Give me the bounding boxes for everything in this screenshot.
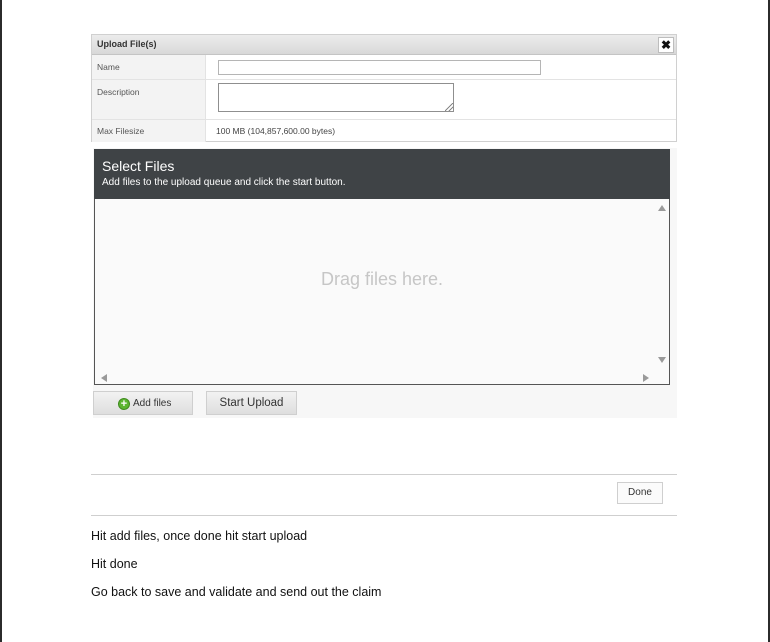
start-upload-button[interactable]: Start Upload	[206, 391, 297, 415]
divider-top	[91, 474, 677, 475]
name-label: Name	[97, 62, 120, 72]
max-filesize-row: Max Filesize 100 MB (104,857,600.00 byte…	[92, 120, 676, 142]
description-textarea[interactable]	[218, 83, 454, 112]
upload-dialog: Upload File(s) ✖ Name Description Max Fi…	[91, 34, 677, 142]
page-border-left	[0, 0, 2, 642]
instruction-step-2: Hit done	[91, 557, 138, 571]
instruction-step-1: Hit add files, once done hit start uploa…	[91, 529, 308, 543]
resize-grip-icon[interactable]	[445, 103, 453, 111]
uploader-subtitle: Add files to the upload queue and click …	[102, 177, 346, 188]
close-icon: ✖	[660, 38, 672, 52]
uploader-header: Select Files Add files to the upload que…	[94, 149, 670, 199]
drop-zone[interactable]: Drag files here.	[94, 199, 670, 385]
add-files-button[interactable]: + Add files	[93, 391, 193, 415]
done-button[interactable]: Done	[617, 482, 663, 504]
uploader-title: Select Files	[102, 158, 175, 174]
scroll-right-arrow-icon[interactable]	[643, 374, 649, 382]
dialog-title: Upload File(s)	[97, 39, 157, 49]
instruction-step-3: Go back to save and validate and send ou…	[91, 585, 382, 599]
name-input[interactable]	[218, 60, 541, 75]
scroll-up-arrow-icon[interactable]	[658, 205, 666, 211]
add-files-label: Add files	[133, 398, 172, 409]
plus-circle-icon: +	[118, 398, 130, 410]
drop-zone-text: Drag files here.	[320, 269, 444, 289]
max-filesize-value: 100 MB (104,857,600.00 bytes)	[216, 126, 336, 136]
file-uploader: Select Files Add files to the upload que…	[93, 148, 677, 418]
description-row: Description	[92, 80, 676, 120]
name-row: Name	[92, 55, 676, 80]
scroll-left-arrow-icon[interactable]	[101, 374, 107, 382]
close-button[interactable]: ✖	[658, 37, 674, 53]
scroll-down-arrow-icon[interactable]	[658, 357, 666, 363]
divider-bottom	[91, 515, 677, 516]
max-filesize-label: Max Filesize	[97, 126, 145, 136]
dialog-header: Upload File(s) ✖	[92, 35, 676, 55]
description-label: Description	[97, 87, 140, 97]
start-upload-label: Start Upload	[219, 397, 284, 409]
